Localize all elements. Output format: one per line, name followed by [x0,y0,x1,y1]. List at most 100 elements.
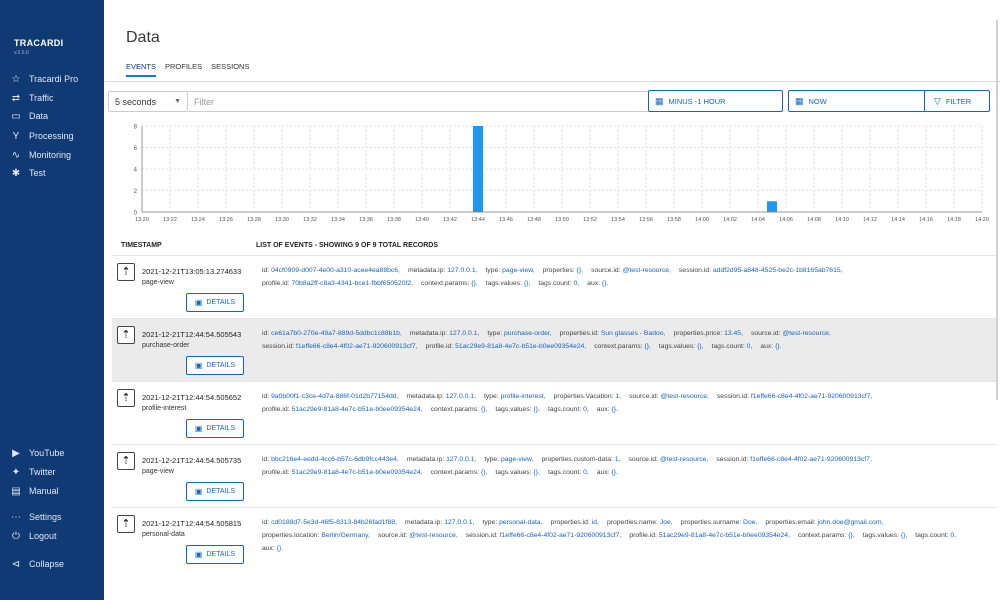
sidebar-item-traffic[interactable]: ⇄ Traffic [9,91,54,105]
property-key: context.params: [430,406,479,413]
tab-sessions[interactable]: SESSIONS [211,62,249,77]
event-property: session.id: f1effe66-c8e4-4f02-ae71-9206… [716,453,872,466]
x-tick-label: 13:34 [331,217,345,223]
x-tick-label: 14:18 [947,217,961,223]
property-key: profile.id: [262,406,290,413]
to-date-button[interactable]: ▦ NOW [788,90,926,112]
from-date-button[interactable]: ▦ MINUS -1 HOUR [648,90,783,112]
sidebar-item-settings[interactable]: ⋯ Settings [9,510,62,524]
event-property: source.id: @test-resource, [629,390,709,403]
sidebar-item-manual[interactable]: ▤ Manual [9,484,58,498]
x-tick-label: 13:42 [443,217,457,223]
event-property: tags.values: {}, [863,529,908,542]
details-button[interactable]: ▣ DETAILS [186,419,244,438]
x-tick-label: 13:48 [527,217,541,223]
brand-logo: TRACARDI [14,38,64,48]
table-row[interactable]: ⇡ 2021-12-21T12:44:54.505652 profile-inter… [112,381,996,444]
details-button[interactable]: ▣ DETAILS [186,545,244,564]
property-value: 127.0.0.1, [444,519,475,526]
sidebar-item-youtube[interactable]: ▶ YouTube [9,446,64,460]
x-tick-label: 14:14 [891,217,905,223]
sidebar-item-data[interactable]: ▭ Data [9,109,48,123]
filter-icon: ▽ [934,95,941,106]
event-property: tags.count: 0, [712,340,753,353]
x-tick-label: 13:38 [387,217,401,223]
scrollbar[interactable] [996,20,998,400]
x-tick-label: 13:50 [555,217,569,223]
property-value: 0, [746,343,753,350]
property-key: session.id: [465,532,498,539]
property-value: Doe, [743,519,758,526]
sidebar-item-label: Collapse [29,559,65,569]
processing-icon: Y [12,130,20,142]
tab-profiles[interactable]: PROFILES [165,62,202,77]
table-row[interactable]: ⇡ 2021-12-21T12:44:54.505543 purchase-orde… [112,318,996,381]
table-row[interactable]: ⇡ 2021-12-21T13:05:13.274633 page-view ▣ DET… [112,255,996,318]
property-key: metadata.ip: [406,456,445,463]
column-header-events: LIST OF EVENTS - SHOWING 9 OF 9 TOTAL RE… [256,242,439,249]
x-tick-label: 13:26 [219,217,233,223]
event-property: id: cd0188d7-5e3d-46f5-8313-84b26fad1f88… [262,516,397,529]
expand-icon[interactable]: ⇡ [117,452,135,470]
event-property: aux: {}. [760,340,781,353]
details-button[interactable]: ▣ DETAILS [186,356,244,375]
x-tick-label: 13:20 [135,217,149,223]
property-key: tags.count: [547,406,582,413]
event-property: tags.values: {}, [495,466,540,479]
sidebar-item-tracardi-pro[interactable]: ☆ Tracardi Pro [9,72,79,86]
event-property: profile.id: 51ac29e9-81a8-4e7c-b51e-b0ee… [629,529,790,542]
sidebar-item-collapse[interactable]: ⊲ Collapse [9,557,64,571]
x-tick-label: 14:00 [695,217,709,223]
property-value: {}. [611,406,618,413]
property-key: tags.values: [495,469,532,476]
sidebar-item-twitter[interactable]: ✦ Twitter [9,465,56,479]
event-property: type: page-view, [485,264,534,277]
table-row[interactable]: ⇡ 2021-12-21T12:44:54.505815 personal-data… [112,507,996,570]
event-property: id: 9a0b00f1-c3ce-4d7a-886f-01d2b77154dd… [262,390,398,403]
expand-icon[interactable]: ⇡ [117,515,135,533]
property-key: source.id: [750,330,781,337]
property-key: tags.count: [711,343,745,350]
tab-events[interactable]: EVENTS [126,62,157,77]
property-value: 0, [573,280,580,287]
expand-icon[interactable]: ⇡ [117,263,135,281]
y-tick-label: 6 [134,146,138,152]
event-property: profile.id: 51ac29e9-81a8-4e7c-b51e-b0ee… [426,340,587,353]
property-value: f1effe66-c8e4-4f02-ae71-920600913cf7, [296,343,418,350]
event-property: metadata.ip: 127.0.0.1, [410,327,480,340]
property-value: {}. [276,545,284,552]
event-property: tags.values: {}, [486,277,531,290]
property-key: properties.custom-data: [541,456,613,463]
property-value: 127.0.0.1, [447,267,478,274]
expand-icon[interactable]: ⇡ [117,326,135,344]
table-row[interactable]: ⇡ 2021-12-21T12:44:54.505735 page-view ▣ DET… [112,444,996,507]
sidebar-item-processing[interactable]: Y Processing [9,129,74,143]
sidebar-item-logout[interactable]: ⏻ Logout [9,529,57,543]
event-property: metadata.ip: 127.0.0.1, [405,516,475,529]
filter-button[interactable]: ▽ FILTER [924,90,990,112]
x-tick-label: 14:04 [751,217,765,223]
event-property: aux: {}. [262,542,283,555]
event-property: aux: {}. [587,277,608,290]
property-value: {}, [900,532,908,539]
property-value: {}, [533,406,540,413]
property-value: addf2d95-a848-4525-be2c-1b8165ab7615, [712,267,843,274]
event-property: properties: {}, [543,264,583,277]
sidebar-item-monitoring[interactable]: ∿ Monitoring [9,148,71,162]
expand-icon[interactable]: ⇡ [117,389,135,407]
event-timestamp: 2021-12-21T12:44:54.505543 [142,330,242,339]
event-property: source.id: @test-resource, [751,327,831,340]
y-tick-label: 2 [134,189,138,195]
event-timestamp: 2021-12-21T12:44:54.505652 [142,393,242,402]
event-properties: id: bbc216e4-eedd-4cc6-b57c-6db9fcc443e4… [262,453,992,479]
sidebar-item-test[interactable]: ✱ Test [9,166,46,180]
property-value: {}, [576,267,584,274]
events-histogram: 0 2 4 6 8 13:20 13:22 13:24 13:26 13:28 13:30 13:32… [134,125,989,224]
sidebar-item-label: Monitoring [29,150,72,160]
event-properties: id: 9a0b00f1-c3ce-4d7a-886f-01d2b77154dd… [262,390,992,416]
details-button[interactable]: ▣ DETAILS [186,482,244,501]
property-key: context.params: [594,343,643,350]
event-type: profile-interest [142,405,187,412]
details-button[interactable]: ▣ DETAILS [186,293,244,312]
refresh-interval-select[interactable]: 5 seconds ▼ [108,91,188,112]
